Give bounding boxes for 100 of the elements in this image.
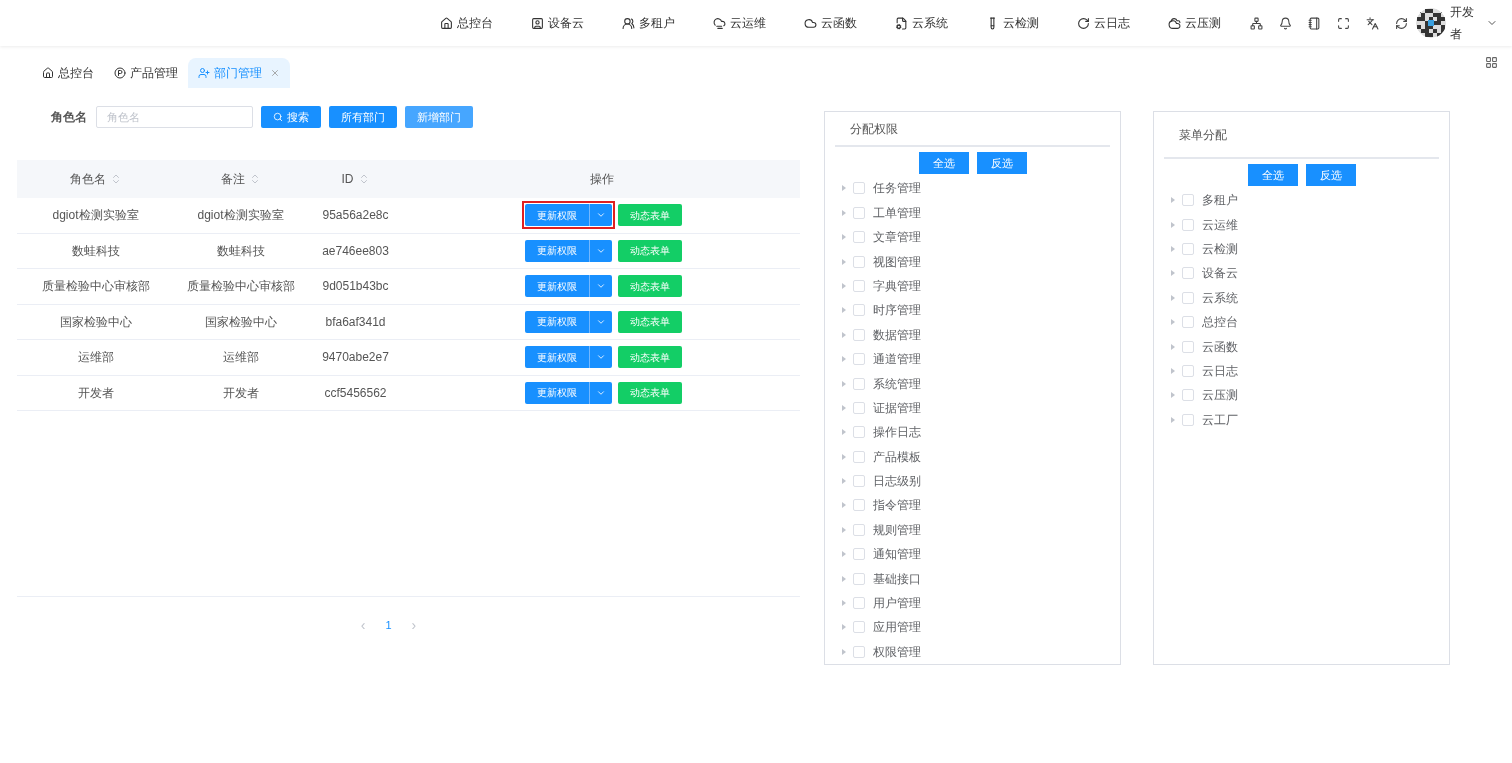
expand-caret-icon[interactable]	[841, 502, 847, 509]
checkbox[interactable]	[1182, 389, 1194, 402]
checkbox[interactable]	[1182, 316, 1194, 329]
tree-item-label[interactable]: 系统管理	[873, 374, 921, 393]
tree-item-label[interactable]: 视图管理	[873, 252, 921, 271]
notebook-icon[interactable]	[1308, 16, 1321, 30]
nav-item[interactable]: 云日志	[1058, 0, 1149, 46]
tree-item-label[interactable]: 通道管理	[873, 350, 921, 369]
dropdown-button[interactable]	[589, 310, 612, 333]
checkbox[interactable]	[853, 231, 865, 244]
checkbox[interactable]	[853, 621, 865, 634]
tree-item-label[interactable]: 应用管理	[873, 618, 921, 637]
expand-caret-icon[interactable]	[841, 234, 847, 241]
tree-item-label[interactable]: 工单管理	[873, 203, 921, 222]
expand-caret-icon[interactable]	[841, 478, 847, 485]
tree-item-label[interactable]: 云运维	[1202, 215, 1238, 234]
expand-caret-icon[interactable]	[841, 258, 847, 265]
tree-item-label[interactable]: 证据管理	[873, 398, 921, 417]
tree-item-label[interactable]: 权限管理	[873, 642, 921, 661]
tree-item-label[interactable]: 总控台	[1202, 313, 1238, 332]
checkbox[interactable]	[853, 255, 865, 268]
tree-item-label[interactable]: 用户管理	[873, 594, 921, 612]
expand-caret-icon[interactable]	[841, 648, 847, 655]
expand-caret-icon[interactable]	[1170, 270, 1176, 277]
checkbox[interactable]	[853, 182, 865, 195]
close-icon[interactable]	[270, 68, 280, 78]
page-tab[interactable]: 产品管理	[104, 58, 188, 88]
checkbox[interactable]	[853, 523, 865, 536]
checkbox[interactable]	[853, 548, 865, 561]
expand-caret-icon[interactable]	[841, 331, 847, 338]
expand-caret-icon[interactable]	[841, 551, 847, 558]
checkbox[interactable]	[853, 450, 865, 463]
nav-item[interactable]: 云压测	[1149, 0, 1240, 46]
checkbox[interactable]	[1182, 194, 1194, 207]
expand-caret-icon[interactable]	[841, 526, 847, 533]
checkbox[interactable]	[853, 304, 865, 317]
checkbox[interactable]	[853, 499, 865, 512]
nav-item[interactable]: 云函数	[785, 0, 876, 46]
tree-item-label[interactable]: 基础接口	[873, 569, 921, 588]
tree-item-label[interactable]: 通知管理	[873, 545, 921, 564]
checkbox[interactable]	[853, 645, 865, 658]
checkbox[interactable]	[853, 426, 865, 439]
dropdown-button[interactable]	[589, 346, 612, 369]
expand-caret-icon[interactable]	[841, 307, 847, 314]
dropdown-button[interactable]	[589, 204, 612, 227]
tree-item-label[interactable]: 规则管理	[873, 520, 921, 539]
search-field[interactable]: 角色名	[96, 106, 253, 128]
tree-item-label[interactable]: 数据管理	[873, 325, 921, 344]
expand-caret-icon[interactable]	[841, 282, 847, 289]
tree-item-label[interactable]: 日志级别	[873, 472, 921, 491]
expand-caret-icon[interactable]	[1170, 367, 1176, 374]
user-name[interactable]: 开发者	[1450, 1, 1476, 45]
expand-caret-icon[interactable]	[841, 380, 847, 387]
translate-icon[interactable]	[1366, 16, 1379, 30]
expand-caret-icon[interactable]	[1170, 319, 1176, 326]
fullscreen-icon[interactable]	[1337, 16, 1350, 30]
tree-item-label[interactable]: 云系统	[1202, 288, 1238, 307]
checkbox[interactable]	[1182, 218, 1194, 231]
expand-caret-icon[interactable]	[841, 453, 847, 460]
nav-item[interactable]: 云检测	[967, 0, 1058, 46]
tree-item-label[interactable]: 云压测	[1202, 386, 1238, 405]
expand-caret-icon[interactable]	[1170, 245, 1176, 252]
checkbox[interactable]	[1182, 413, 1194, 426]
expand-caret-icon[interactable]	[841, 624, 847, 631]
bell-icon[interactable]	[1279, 16, 1292, 30]
expand-caret-icon[interactable]	[1170, 416, 1176, 423]
expand-caret-icon[interactable]	[1170, 221, 1176, 228]
checkbox[interactable]	[853, 475, 865, 488]
expand-caret-icon[interactable]	[841, 185, 847, 192]
tree-item-label[interactable]: 云函数	[1202, 337, 1238, 356]
refresh-icon[interactable]	[1395, 16, 1408, 30]
tree-item-label[interactable]: 文章管理	[873, 228, 921, 247]
checkbox[interactable]	[853, 377, 865, 390]
tree-item-label[interactable]: 云工厂	[1202, 410, 1238, 429]
dropdown-button[interactable]	[589, 275, 612, 298]
tree-item-label[interactable]: 设备云	[1202, 264, 1238, 283]
dropdown-button[interactable]	[589, 381, 612, 404]
checkbox[interactable]	[853, 572, 865, 585]
grid-icon[interactable]	[1485, 56, 1498, 69]
tree-item-label[interactable]: 任务管理	[873, 179, 921, 198]
expand-caret-icon[interactable]	[1170, 197, 1176, 204]
tree-item-label[interactable]: 指令管理	[873, 496, 921, 515]
checkbox[interactable]	[853, 401, 865, 414]
checkbox[interactable]	[1182, 291, 1194, 304]
expand-caret-icon[interactable]	[841, 209, 847, 216]
expand-caret-icon[interactable]	[1170, 343, 1176, 350]
nav-item[interactable]: 云运维	[694, 0, 785, 46]
tree-item-label[interactable]: 时序管理	[873, 301, 921, 320]
sitemap-icon[interactable]	[1250, 16, 1263, 30]
checkbox[interactable]	[1182, 364, 1194, 377]
nav-item[interactable]: 设备云	[512, 0, 603, 46]
expand-caret-icon[interactable]	[841, 575, 847, 582]
checkbox[interactable]	[853, 597, 865, 609]
expand-caret-icon[interactable]	[841, 600, 847, 606]
tree-item-label[interactable]: 云日志	[1202, 361, 1238, 380]
expand-caret-icon[interactable]	[1170, 392, 1176, 399]
checkbox[interactable]	[853, 206, 865, 219]
tree-item-label[interactable]: 操作日志	[873, 423, 921, 442]
nav-item[interactable]: 多租户	[603, 0, 694, 46]
checkbox[interactable]	[1182, 340, 1194, 353]
